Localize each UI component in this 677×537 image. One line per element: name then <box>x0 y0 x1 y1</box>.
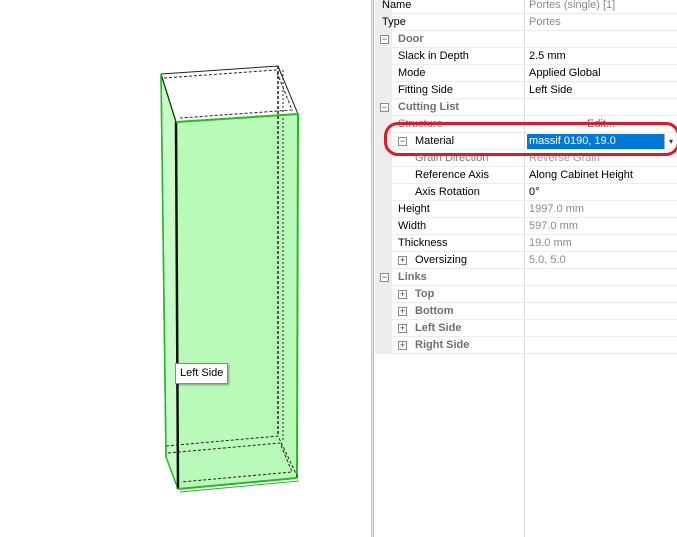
property-name: Reference Axis <box>415 169 489 181</box>
property-row-axis-rotation[interactable]: Axis Rotation 0° <box>375 184 677 201</box>
cabinet-3d-model[interactable] <box>0 0 371 537</box>
property-grid[interactable]: Name Portes (single) [1] Type Portes − Door Sl… <box>375 0 677 537</box>
property-row-name[interactable]: Name Portes (single) [1] <box>375 0 677 14</box>
door-panel-face <box>176 114 298 489</box>
expand-icon[interactable]: + <box>398 290 407 299</box>
property-value[interactable]: 597.0 mm <box>529 219 578 233</box>
property-row-links[interactable]: − Links <box>375 269 677 286</box>
property-name: Height <box>398 203 430 215</box>
property-name: Door <box>398 33 424 45</box>
property-row-slack-in-depth[interactable]: Slack in Depth 2.5 mm <box>375 48 677 65</box>
property-row-door[interactable]: − Door <box>375 31 677 48</box>
property-name: Right Side <box>415 339 470 351</box>
3d-viewport[interactable]: Left Side <box>0 0 371 537</box>
property-value[interactable]: Applied Global <box>529 66 601 80</box>
property-row-bottom[interactable]: + Bottom <box>375 303 677 320</box>
property-value[interactable]: 1997.0 mm <box>529 202 584 216</box>
property-row-right-side[interactable]: + Right Side <box>375 337 677 354</box>
property-value[interactable]: 5.0, 5.0 <box>529 253 566 267</box>
property-row-cutting-list[interactable]: − Cutting List <box>375 99 677 116</box>
property-name: Type <box>382 16 406 28</box>
property-row-mode[interactable]: Mode Applied Global <box>375 65 677 82</box>
property-row-top[interactable]: + Top <box>375 286 677 303</box>
property-name: Width <box>398 220 427 232</box>
property-name: Links <box>398 271 427 283</box>
expand-icon[interactable]: + <box>398 324 407 333</box>
property-value[interactable]: Portes (single) [1] <box>529 0 615 12</box>
property-name: Top <box>415 288 435 300</box>
collapse-icon[interactable]: − <box>380 273 389 282</box>
property-name: Fitting Side <box>398 84 454 96</box>
property-name: Name <box>382 0 412 11</box>
tooltip-left-side: Left Side <box>175 363 229 384</box>
expand-icon[interactable]: + <box>398 341 407 350</box>
property-value[interactable]: 2.5 mm <box>529 49 566 63</box>
property-row-reference-axis[interactable]: Reference Axis Along Cabinet Height <box>375 167 677 184</box>
property-name: Left Side <box>415 322 462 334</box>
property-value[interactable]: Along Cabinet Height <box>529 168 633 182</box>
property-name: Cutting List <box>398 101 460 113</box>
door-right-edge <box>296 113 299 479</box>
top-inner-outline <box>163 69 293 119</box>
property-name: Bottom <box>415 305 454 317</box>
expand-icon[interactable]: + <box>398 256 407 265</box>
property-value[interactable]: 0° <box>529 185 540 199</box>
property-value[interactable]: Left Side <box>529 83 572 97</box>
property-row-type[interactable]: Type Portes <box>375 14 677 31</box>
material-highlight-annotation <box>384 122 677 156</box>
property-name: Mode <box>398 67 426 79</box>
property-row-height[interactable]: Height 1997.0 mm <box>375 201 677 218</box>
property-name: Thickness <box>398 237 448 249</box>
property-name: Slack in Depth <box>398 50 469 62</box>
property-name: Axis Rotation <box>415 186 480 198</box>
property-row-oversizing[interactable]: + Oversizing 5.0, 5.0 <box>375 252 677 269</box>
property-row-thickness[interactable]: Thickness 19.0 mm <box>375 235 677 252</box>
panel-splitter[interactable] <box>371 0 374 537</box>
collapse-icon[interactable]: − <box>380 35 389 44</box>
collapse-icon[interactable]: − <box>380 103 389 112</box>
property-name: Oversizing <box>415 254 467 266</box>
expand-icon[interactable]: + <box>398 307 407 316</box>
property-value[interactable]: 19.0 mm <box>529 236 572 250</box>
property-row-fitting-side[interactable]: Fitting Side Left Side <box>375 82 677 99</box>
property-row-width[interactable]: Width 597.0 mm <box>375 218 677 235</box>
property-row-left-side[interactable]: + Left Side <box>375 320 677 337</box>
property-value[interactable]: Portes <box>529 15 561 29</box>
